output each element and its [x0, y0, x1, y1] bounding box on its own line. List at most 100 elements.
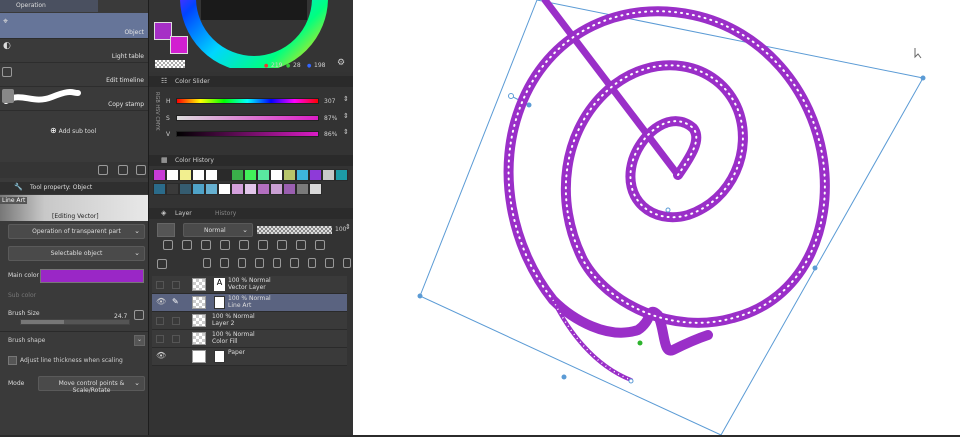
hue-slider[interactable]	[176, 98, 319, 104]
color-mode-tab[interactable]: CMYK	[154, 116, 160, 130]
apply-mask-icon[interactable]	[325, 258, 334, 268]
color-history-swatch[interactable]	[179, 169, 192, 181]
color-history-swatch[interactable]	[322, 169, 335, 181]
color-history-swatch[interactable]	[244, 183, 257, 195]
layer-row[interactable]: 👁 Paper	[152, 348, 347, 366]
color-history-swatch[interactable]	[244, 169, 257, 181]
color-history-swatch[interactable]	[205, 169, 218, 181]
color-history-swatch[interactable]	[296, 169, 309, 181]
stepper-icon[interactable]: ⇕	[343, 95, 349, 103]
mask-icon[interactable]	[296, 240, 306, 250]
saturation-slider[interactable]	[176, 115, 319, 121]
stepper-icon[interactable]: ⇕	[343, 128, 349, 136]
adjust-line-checkbox[interactable]	[8, 356, 17, 365]
eye-icon[interactable]: 👁	[156, 297, 166, 306]
new-layer-icon[interactable]	[203, 258, 212, 268]
color-history-swatch[interactable]	[205, 183, 218, 195]
color-history-swatch[interactable]	[192, 183, 205, 195]
color-history-swatch[interactable]	[270, 169, 283, 181]
transparent-operation-dropdown[interactable]: Operation of transparent part ⌄	[8, 224, 145, 239]
layer-property-icon[interactable]	[157, 259, 167, 269]
color-slider-tab[interactable]: ☷ Color Slider	[149, 76, 354, 87]
subtool-item-light-table[interactable]: ◐ Light table	[0, 39, 148, 63]
layer-row[interactable]: 100 % Normal Color Fill	[152, 330, 347, 348]
color-history-swatch[interactable]	[296, 183, 309, 195]
lock-icon[interactable]	[220, 240, 230, 250]
brush-shape-row[interactable]: Brush shape ⌄	[0, 331, 148, 349]
mode-dropdown[interactable]: Move control points & Scale/Rotate ⌄	[38, 376, 145, 394]
edit-toggle[interactable]	[172, 335, 180, 343]
color-history-swatch[interactable]	[231, 183, 244, 195]
layer-row[interactable]: A 100 % Normal Vector Layer	[152, 276, 347, 294]
merge-down-icon[interactable]	[182, 240, 192, 250]
draft-layer-icon[interactable]	[277, 240, 287, 250]
color-history-swatch[interactable]	[166, 169, 179, 181]
opacity-slider[interactable]	[257, 226, 332, 234]
new-folder-icon[interactable]	[237, 258, 247, 268]
color-wheel[interactable]	[159, 0, 349, 68]
eye-icon[interactable]: 👁	[156, 351, 166, 360]
color-history-swatch[interactable]	[309, 169, 322, 181]
color-history-swatch[interactable]	[335, 169, 348, 181]
color-history-swatch[interactable]	[309, 183, 322, 195]
reference-layer-icon[interactable]	[258, 240, 268, 250]
link-icon[interactable]	[290, 258, 299, 268]
clip-layer-icon[interactable]	[201, 240, 211, 250]
color-mode-tab[interactable]: HSV	[154, 104, 160, 114]
pen-icon[interactable]: ✎	[172, 297, 179, 306]
stepper-icon[interactable]: ⇕	[343, 112, 349, 120]
drawing-canvas[interactable]	[353, 0, 960, 436]
lock-transparent-icon[interactable]	[239, 240, 249, 250]
layer-row[interactable]: 👁 ✎ 100 % Normal Line Art	[152, 294, 347, 312]
color-history-swatch[interactable]	[153, 169, 166, 181]
tab-history[interactable]: History	[215, 210, 236, 217]
merge-icon[interactable]	[272, 258, 282, 268]
color-history-swatch[interactable]	[283, 183, 296, 195]
transfer-down-icon[interactable]	[255, 258, 264, 268]
edit-toggle[interactable]	[172, 317, 180, 325]
trash-icon[interactable]	[342, 258, 351, 268]
pressure-icon[interactable]	[134, 310, 144, 320]
subtool-item-object[interactable]: ⌖ Object	[0, 13, 148, 39]
color-mode-tabs[interactable]: RGB HSV CMYK	[152, 92, 160, 148]
chevron-down-icon[interactable]: ⌄	[134, 335, 145, 346]
show-ruler-icon[interactable]	[315, 240, 325, 250]
color-history-swatch[interactable]	[231, 169, 244, 181]
delete-subtool-icon[interactable]	[136, 165, 146, 175]
color-history-swatch[interactable]	[257, 169, 270, 181]
layer-mask-icon[interactable]	[307, 258, 317, 268]
color-history-swatch[interactable]	[218, 183, 231, 195]
color-history-swatch[interactable]	[166, 183, 179, 195]
color-history-swatch[interactable]	[218, 169, 231, 181]
color-history-swatch[interactable]	[153, 183, 166, 195]
layer-color-button[interactable]	[157, 223, 175, 237]
visibility-toggle[interactable]	[156, 317, 164, 325]
visibility-toggle[interactable]	[156, 281, 164, 289]
selectable-object-dropdown[interactable]: Selectable object ⌄	[8, 246, 145, 261]
subtool-item-copy-stamp[interactable]: Copy stamp	[0, 87, 148, 111]
sub-color-chip[interactable]	[170, 36, 188, 54]
color-history-swatch[interactable]	[179, 183, 192, 195]
color-mode-tab[interactable]: RGB	[154, 92, 160, 103]
copy-subtool-icon[interactable]	[118, 165, 128, 175]
color-history-swatch[interactable]	[283, 169, 296, 181]
color-history-swatch[interactable]	[257, 183, 270, 195]
edit-toggle[interactable]	[172, 281, 180, 289]
tab-layer[interactable]: Layer	[175, 210, 192, 217]
stepper-icon[interactable]: ⇕	[345, 223, 351, 231]
visibility-toggle[interactable]	[156, 335, 164, 343]
transparent-chip[interactable]	[155, 60, 185, 68]
new-vector-layer-icon[interactable]	[220, 258, 229, 268]
add-sub-tool-button[interactable]: ⊕ Add sub tool	[50, 126, 96, 135]
layer-row[interactable]: 100 % Normal Layer 2	[152, 312, 347, 330]
new-raster-layer-icon[interactable]	[163, 240, 173, 250]
color-history-swatch[interactable]	[270, 183, 283, 195]
blend-mode-dropdown[interactable]: Normal ⌄	[183, 223, 253, 237]
new-subtool-icon[interactable]	[98, 165, 108, 175]
settings-icon[interactable]: ⚙	[337, 58, 345, 68]
color-history-swatch[interactable]	[192, 169, 205, 181]
subtool-item-edit-timeline[interactable]: Edit timeline	[0, 63, 148, 87]
main-color-swatch[interactable]	[40, 269, 144, 283]
value-slider[interactable]	[176, 131, 319, 137]
color-history-tab[interactable]: ▦ Color History	[149, 155, 354, 166]
